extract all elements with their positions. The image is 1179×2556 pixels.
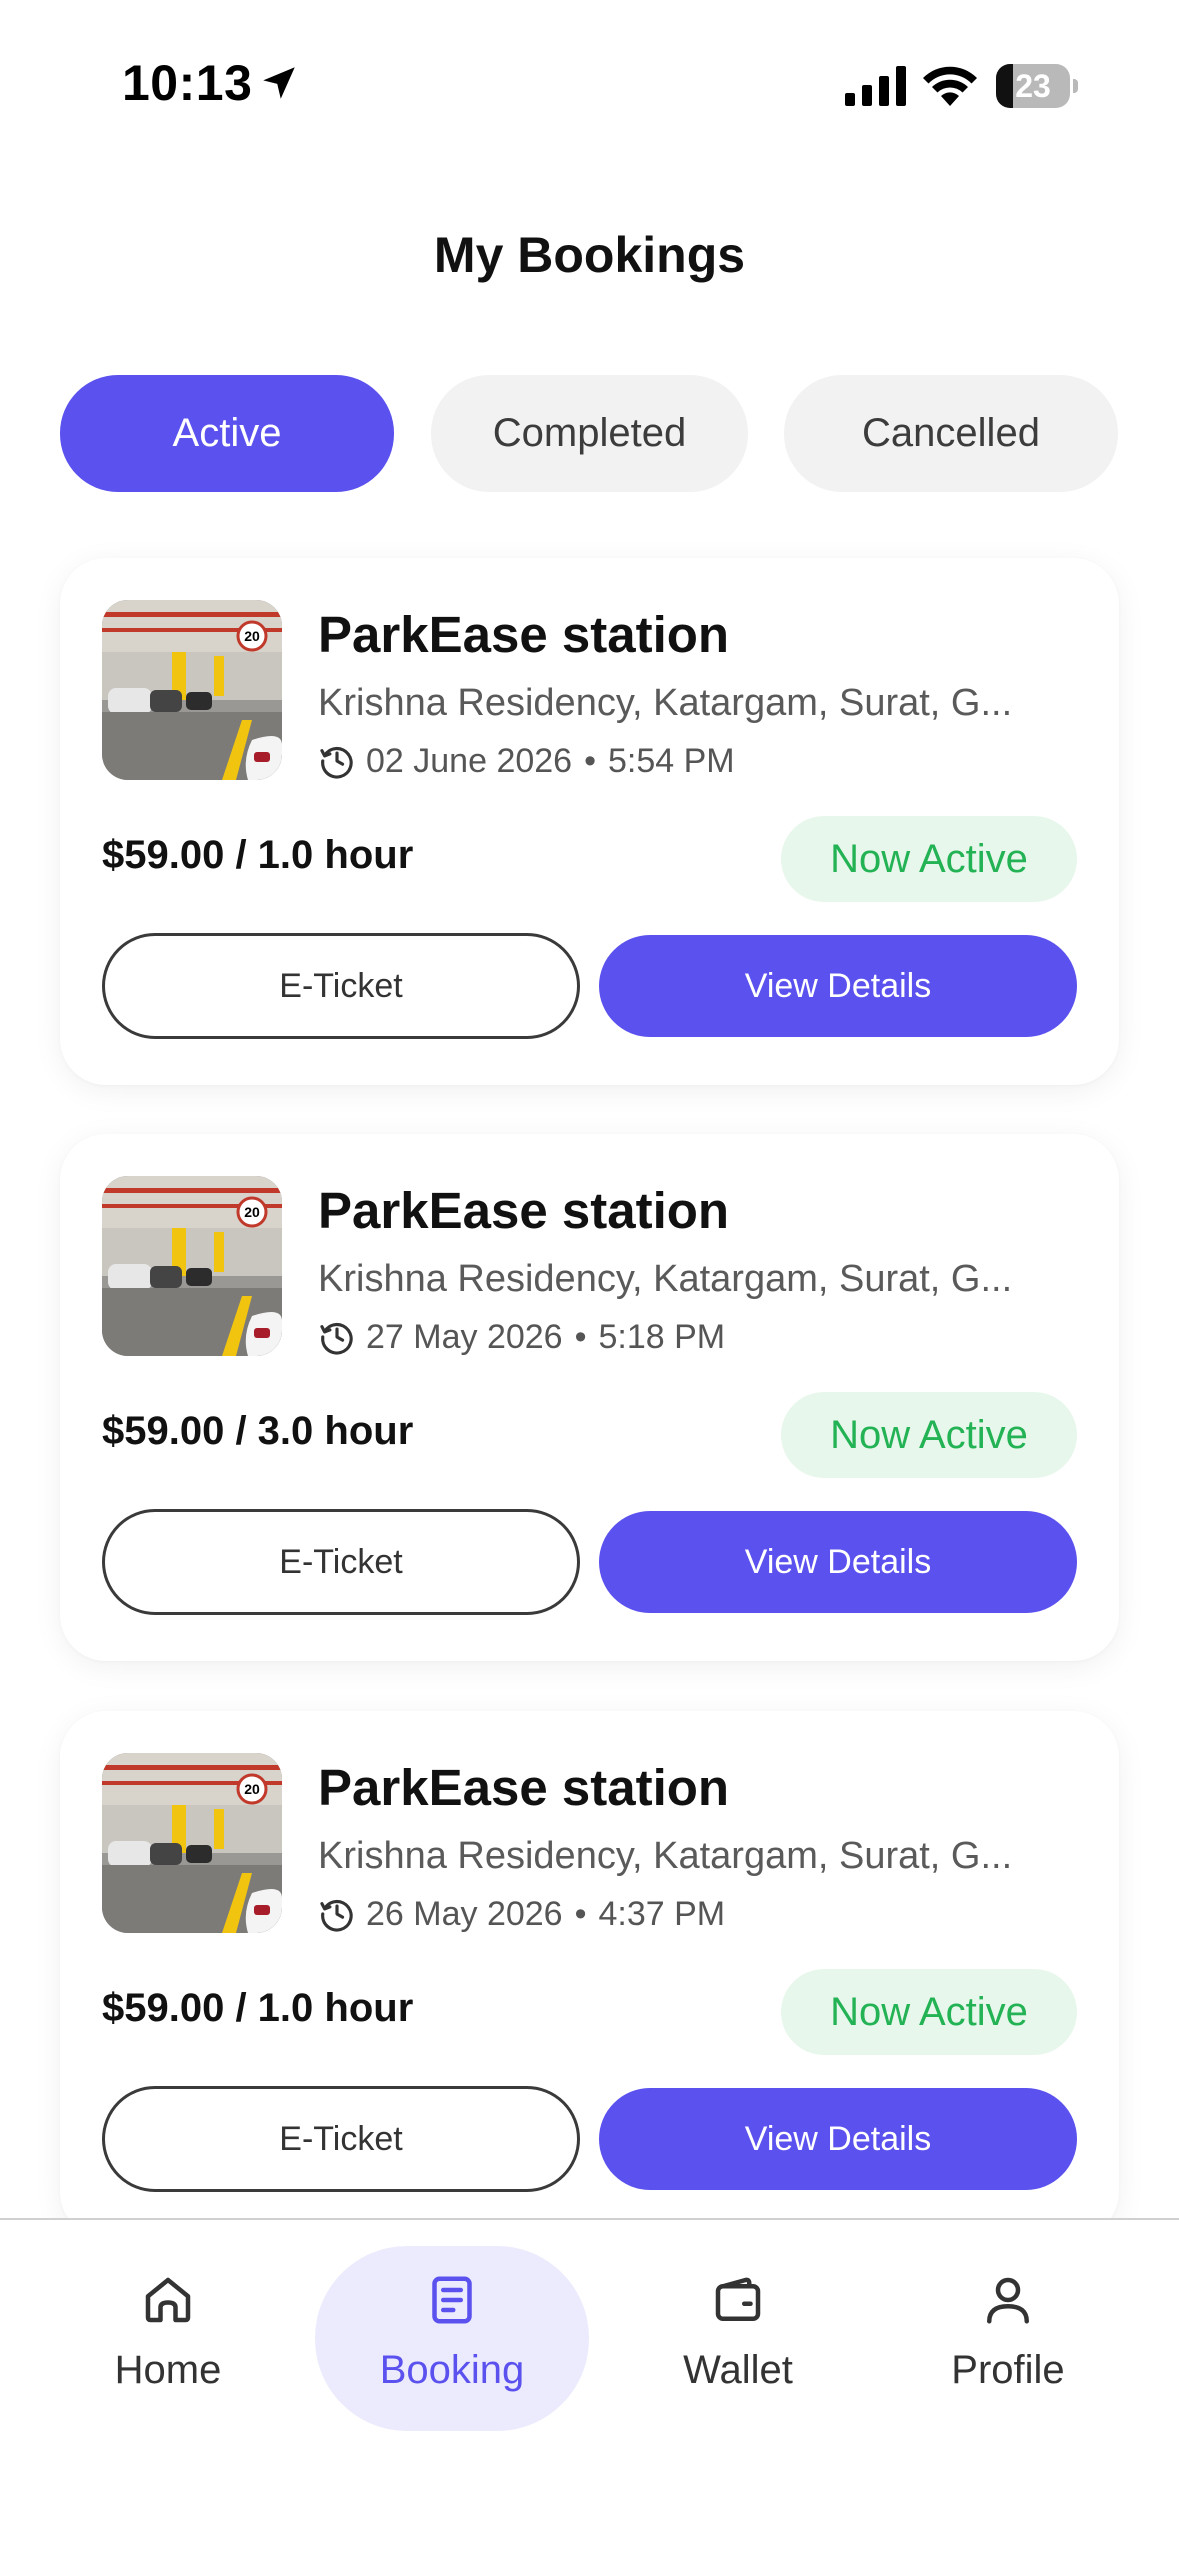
separator-dot: • <box>574 1317 587 1356</box>
location-arrow-icon <box>263 67 295 99</box>
status-time: 10:13 <box>122 55 253 111</box>
view-details-button[interactable]: View Details <box>599 2088 1077 2190</box>
clock-history-icon <box>320 1899 353 1932</box>
status-badge: Now Active <box>781 1969 1077 2055</box>
battery-cap <box>1073 79 1078 93</box>
status-badge: Now Active <box>781 1392 1077 1478</box>
booking-date: 27 May 2026 <box>366 1317 563 1356</box>
wifi-icon <box>923 66 977 106</box>
booking-datetime: 26 May 2026 • 4:37 PM <box>318 1894 725 1934</box>
clock-history-icon <box>320 1322 353 1355</box>
battery-body: 23 <box>996 64 1070 108</box>
bookings-screen: 10:13 23 My Bookings Active Completed Ca… <box>0 0 1179 2556</box>
booking-card[interactable]: 20 ParkEase station Krishna Residency, K… <box>60 1711 1119 2238</box>
svg-text:20: 20 <box>244 1781 260 1797</box>
station-name: ParkEase station <box>318 1182 730 1239</box>
battery-level: 23 <box>1015 68 1051 104</box>
tab-cancelled[interactable]: Cancelled <box>784 375 1118 492</box>
parking-thumbnail: 20 <box>102 1176 282 1356</box>
view-details-button[interactable]: View Details <box>599 1511 1077 1613</box>
battery-indicator: 23 <box>996 64 1078 108</box>
e-ticket-button[interactable]: E-Ticket <box>102 2086 580 2192</box>
booking-datetime: 02 June 2026 • 5:54 PM <box>318 741 735 781</box>
parking-thumbnail: 20 <box>102 1753 282 1933</box>
booking-time: 5:54 PM <box>607 741 735 780</box>
booking-time: 4:37 PM <box>598 1894 726 1933</box>
wallet-icon <box>715 2277 761 2321</box>
nav-item-home[interactable]: Home <box>33 2220 303 2420</box>
cellular-signal-icon <box>845 66 906 106</box>
nav-label-wallet: Wallet <box>683 2348 793 2392</box>
e-ticket-button[interactable]: E-Ticket <box>102 933 580 1039</box>
booking-card[interactable]: 20 ParkEase station Krishna Residency, K… <box>60 558 1119 1085</box>
svg-text:20: 20 <box>244 1204 260 1220</box>
nav-label-profile: Profile <box>951 2348 1065 2392</box>
separator-dot: • <box>574 1894 587 1933</box>
station-address: Krishna Residency, Katargam, Surat, G... <box>318 1835 1013 1877</box>
clock-history-icon <box>320 746 353 779</box>
separator-dot: • <box>584 741 596 780</box>
booking-date: 26 May 2026 <box>366 1894 563 1933</box>
booking-card[interactable]: 20 ParkEase station Krishna Residency, K… <box>60 1134 1119 1661</box>
tab-completed[interactable]: Completed <box>431 375 748 492</box>
booking-datetime: 27 May 2026 • 5:18 PM <box>318 1317 725 1357</box>
nav-label-booking: Booking <box>379 2348 525 2392</box>
nav-label-home: Home <box>114 2348 222 2392</box>
parking-garage-image: 20 <box>102 600 282 780</box>
status-bar: 10:13 23 <box>0 0 1179 150</box>
e-ticket-button[interactable]: E-Ticket <box>102 1509 580 1615</box>
view-details-button[interactable]: View Details <box>599 935 1077 1037</box>
booking-price: $59.00 / 3.0 hour <box>102 1409 414 1453</box>
nav-item-wallet[interactable]: Wallet <box>603 2220 873 2420</box>
station-name: ParkEase station <box>318 606 730 663</box>
parking-garage-image: 20 <box>102 1753 282 1933</box>
bottom-navigation: Home Booking Wallet Profile <box>0 2218 1179 2556</box>
booking-date: 02 June 2026 <box>366 741 573 780</box>
tab-active[interactable]: Active <box>60 375 394 492</box>
profile-icon <box>987 2277 1029 2324</box>
station-address: Krishna Residency, Katargam, Surat, G... <box>318 682 1013 724</box>
status-badge: Now Active <box>781 816 1077 902</box>
nav-item-booking[interactable]: Booking <box>317 2220 587 2420</box>
parking-garage-image: 20 <box>102 1176 282 1356</box>
booking-icon <box>432 2276 472 2324</box>
page-title: My Bookings <box>433 227 746 283</box>
booking-price: $59.00 / 1.0 hour <box>102 833 414 877</box>
station-name: ParkEase station <box>318 1759 730 1816</box>
svg-text:20: 20 <box>244 628 260 644</box>
nav-item-profile[interactable]: Profile <box>873 2220 1143 2420</box>
booking-price: $59.00 / 1.0 hour <box>102 1986 414 2030</box>
parking-thumbnail: 20 <box>102 600 282 780</box>
booking-time: 5:18 PM <box>598 1317 726 1356</box>
home-icon <box>145 2277 191 2323</box>
station-address: Krishna Residency, Katargam, Surat, G... <box>318 1258 1013 1300</box>
